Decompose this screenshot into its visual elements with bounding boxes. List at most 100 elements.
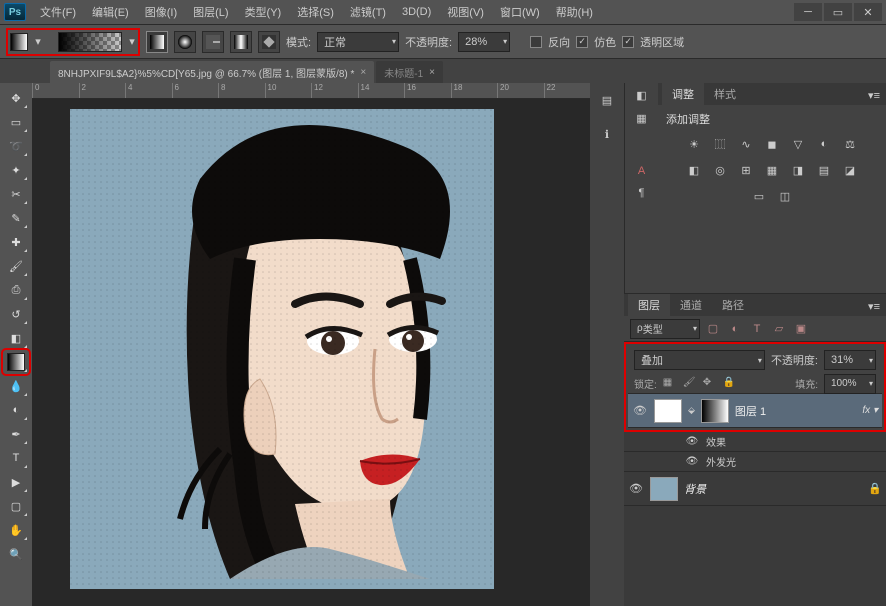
gradient-radial-button[interactable] [174,31,196,53]
posterize-icon[interactable]: ▤ [815,161,833,179]
tab-layers[interactable]: 图层 [628,294,670,316]
visibility-toggle-icon[interactable]: 👁 [684,436,700,447]
filter-adjust-icon[interactable]: ◐ [726,320,744,338]
canvas-image[interactable] [70,109,494,589]
layer-name[interactable]: 背景 [684,481,862,497]
blur-tool[interactable]: 💧 [4,375,28,397]
lock-image-icon[interactable]: 🖌 [683,377,697,391]
tab-paths[interactable]: 路径 [712,294,754,316]
layer-blend-mode-select[interactable]: 叠加▾ [634,350,765,370]
menu-type[interactable]: 类型(Y) [237,1,290,23]
layer-opacity-field[interactable]: 31%▾ [824,350,876,370]
layer-mask-thumbnail[interactable] [701,399,729,423]
transparency-checkbox[interactable] [622,36,634,48]
clone-stamp-tool[interactable]: ⎙ [4,279,28,301]
gradient-linear-button[interactable] [146,31,168,53]
panel-menu-icon[interactable]: ▾≡ [862,297,886,316]
opacity-field[interactable]: 28%▾ [458,32,510,52]
vibrance-icon[interactable]: ▽ [789,135,807,153]
close-tab-icon[interactable]: × [360,67,366,78]
reverse-checkbox[interactable] [530,36,542,48]
color-balance-icon[interactable]: ⚖ [841,135,859,153]
filter-type-icon[interactable]: T [748,320,766,338]
gradient-preview[interactable] [58,32,122,52]
lock-position-icon[interactable]: ✥ [703,377,717,391]
type-tool[interactable]: T [4,447,28,469]
tab-adjustments[interactable]: 调整 [662,83,704,105]
window-maximize-button[interactable]: ▭ [824,3,852,21]
paragraph-icon[interactable]: ¶ [639,187,645,199]
layer-row-background[interactable]: 👁 背景 🔒 [624,472,886,506]
menu-image[interactable]: 图像(I) [137,1,185,23]
photo-filter-icon[interactable]: ◎ [711,161,729,179]
eraser-tool[interactable]: ◧ [4,327,28,349]
layer-fx-badge[interactable]: fx ▾ [862,405,878,416]
document-tab-inactive[interactable]: 未标题-1 × [376,61,443,83]
hand-tool[interactable]: ✋ [4,519,28,541]
path-select-tool[interactable]: ▶ [4,471,28,493]
gradient-angle-button[interactable] [202,31,224,53]
healing-brush-tool[interactable]: ✚ [4,231,28,253]
visibility-toggle-icon[interactable]: 👁 [684,456,700,467]
marquee-tool[interactable]: ▭ [4,111,28,133]
color-lookup-icon[interactable]: ▦ [763,161,781,179]
blend-mode-select[interactable]: 正常▾ [317,32,399,52]
layer-name[interactable]: 图层 1 [735,403,856,419]
gradient-reflected-button[interactable] [230,31,252,53]
channel-mixer-icon[interactable]: ⊞ [737,161,755,179]
pen-tool[interactable]: ✒ [4,423,28,445]
levels-icon[interactable]: ⿲ [711,135,729,153]
visibility-toggle-icon[interactable]: 👁 [632,404,648,417]
menu-select[interactable]: 选择(S) [289,1,342,23]
color-icon[interactable]: ◧ [636,89,646,102]
layer-outer-glow-row[interactable]: 👁 外发光 [624,452,886,472]
gradient-picker-dropdown[interactable]: ▾ [128,32,136,52]
filter-smart-icon[interactable]: ▣ [792,320,810,338]
hue-icon[interactable]: ◐ [815,135,833,153]
layer-row-layer1[interactable]: 👁 ⬙ 图层 1 fx ▾ [628,394,882,428]
menu-file[interactable]: 文件(F) [32,1,84,23]
shape-tool[interactable]: ▢ [4,495,28,517]
menu-layer[interactable]: 图层(L) [185,1,236,23]
close-tab-icon[interactable]: × [429,67,435,78]
menu-help[interactable]: 帮助(H) [548,1,601,23]
menu-view[interactable]: 视图(V) [439,1,492,23]
zoom-tool[interactable]: 🔍 [4,543,28,565]
menu-edit[interactable]: 编辑(E) [84,1,137,23]
layer-thumbnail[interactable] [650,477,678,501]
tab-styles[interactable]: 样式 [704,83,746,105]
layer-fill-field[interactable]: 100%▾ [824,374,876,394]
brightness-icon[interactable]: ☀ [685,135,703,153]
gradient-diamond-button[interactable] [258,31,280,53]
panel-menu-icon[interactable]: ▾≡ [862,86,886,105]
info-icon[interactable]: ℹ [596,123,618,145]
menu-window[interactable]: 窗口(W) [492,1,548,23]
character-icon[interactable]: A [638,165,645,177]
layer-filter-kind-select[interactable]: ρ 类型▾ [630,319,700,339]
magic-wand-tool[interactable]: ✦ [4,159,28,181]
gradient-tool[interactable] [4,351,28,373]
menu-filter[interactable]: 滤镜(T) [342,1,394,23]
eyedropper-tool[interactable]: ✎ [4,207,28,229]
window-close-button[interactable]: ✕ [854,3,882,21]
curves-icon[interactable]: ∿ [737,135,755,153]
filter-pixel-icon[interactable]: ▢ [704,320,722,338]
dodge-tool[interactable]: ◐ [4,399,28,421]
lock-transparent-icon[interactable]: ▦ [663,377,677,391]
histogram-icon[interactable]: ▤ [596,89,618,111]
document-tab-active[interactable]: 8NHJPXIF9L$A2}%5%CD[Y65.jpg @ 66.7% (图层 … [50,61,374,83]
menu-3d[interactable]: 3D(D) [394,3,439,21]
visibility-toggle-icon[interactable]: 👁 [628,482,644,495]
lock-all-icon[interactable]: 🔒 [723,377,737,391]
tool-preset-dropdown[interactable]: ▾ [34,32,42,52]
layer-effects-row[interactable]: 👁 效果 [624,432,886,452]
filter-shape-icon[interactable]: ▱ [770,320,788,338]
lasso-tool[interactable]: ➰ [4,135,28,157]
dither-checkbox[interactable] [576,36,588,48]
selective-color-icon[interactable]: ◫ [776,187,794,205]
move-tool[interactable]: ✥ [4,87,28,109]
bw-icon[interactable]: ◧ [685,161,703,179]
tab-channels[interactable]: 通道 [670,294,712,316]
invert-icon[interactable]: ◨ [789,161,807,179]
crop-tool[interactable]: ✂ [4,183,28,205]
